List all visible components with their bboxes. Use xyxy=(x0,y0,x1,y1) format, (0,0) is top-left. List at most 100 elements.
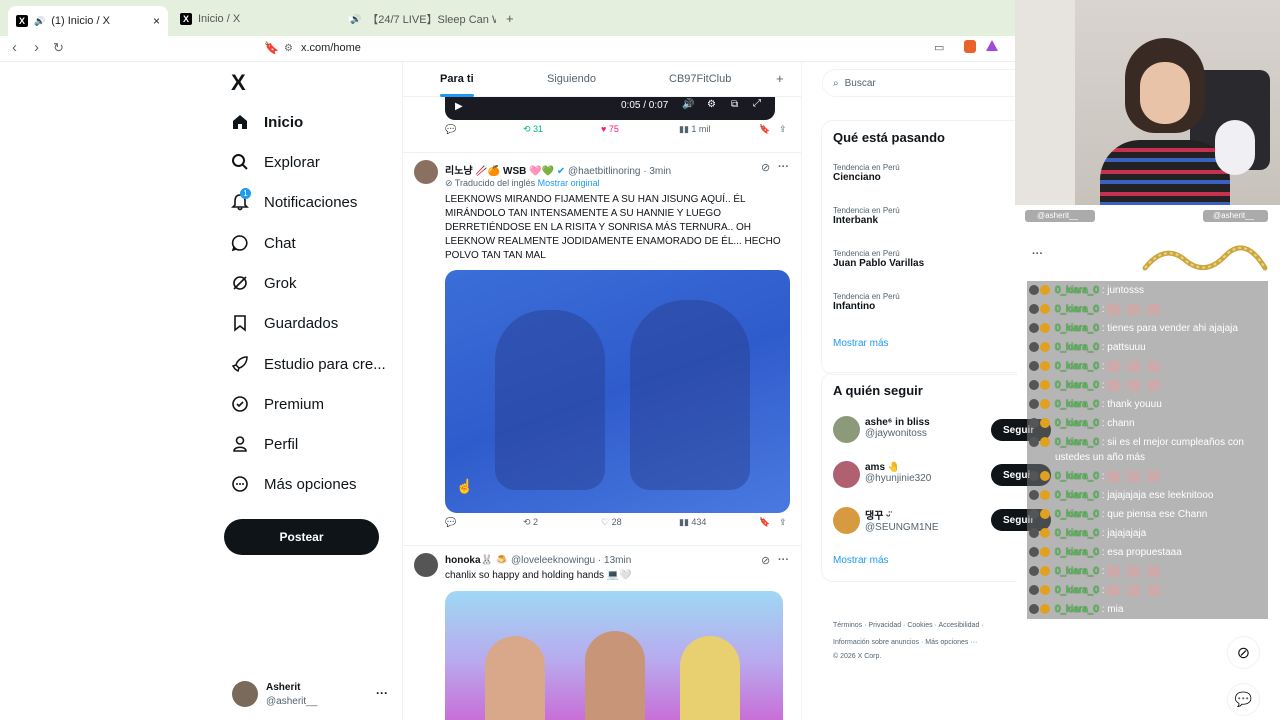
chat-more-icon[interactable]: ··· xyxy=(1032,248,1043,260)
brave-rewards-icon[interactable] xyxy=(986,40,998,51)
chat-username[interactable]: 0_kiara_0 xyxy=(1055,437,1099,448)
views-button[interactable]: ▮▮ 1 mil xyxy=(679,124,710,135)
address-bar[interactable]: ⚙ x.com/home xyxy=(284,39,884,57)
account-handle[interactable]: @asherit__ xyxy=(266,696,317,707)
footer-link[interactable]: Cookies xyxy=(907,622,932,629)
sidebar-item-premium[interactable]: Premium xyxy=(230,391,324,417)
chat-username[interactable]: 0_kiara_0 xyxy=(1055,323,1099,334)
forward-icon[interactable]: › xyxy=(34,39,39,56)
follow-suggestion[interactable]: ashe⁶ in bliss @jaywonitoss xyxy=(865,417,930,439)
browser-tab-3[interactable]: 🔊 【24/7 LIVE】Sleep Can Wait. — Vi... xyxy=(336,6,496,32)
grok-icon[interactable]: ⊘ xyxy=(761,554,770,567)
search-input[interactable]: ⌕ Buscar xyxy=(822,69,1017,97)
messages-float-icon[interactable]: 💬 xyxy=(1227,683,1260,716)
footer-link[interactable]: Información sobre anuncios xyxy=(833,639,919,646)
post-more-icon[interactable]: ··· xyxy=(778,161,789,173)
retweet-button[interactable]: ⟲ 2 xyxy=(523,517,538,528)
footer-link[interactable]: Más opciones ··· xyxy=(925,639,977,646)
chat-username[interactable]: 0_kiara_0 xyxy=(1055,509,1099,520)
chat-username[interactable]: 0_kiara_0 xyxy=(1055,380,1099,391)
chat-username[interactable]: 0_kiara_0 xyxy=(1055,585,1099,596)
footer-link[interactable]: Privacidad xyxy=(868,622,901,629)
share-icon[interactable]: ⇪ xyxy=(779,517,787,528)
chat-username[interactable]: 0_kiara_0 xyxy=(1055,285,1099,296)
avatar[interactable] xyxy=(833,461,860,488)
post-button[interactable]: Postear xyxy=(224,519,379,555)
trend-item[interactable]: Tendencia en Perú Cienciano xyxy=(833,163,900,183)
close-tab-icon[interactable]: × xyxy=(153,14,160,28)
sidebar-item-notificaciones[interactable]: 1 Notificaciones xyxy=(230,188,357,215)
reply-icon[interactable]: 💬 xyxy=(445,517,456,528)
follow-suggestion[interactable]: ams 🤚 @hyunjinie320 xyxy=(865,462,931,484)
chat-username[interactable]: 0_kiara_0 xyxy=(1055,604,1099,615)
sidebar-item-explorar[interactable]: Explorar xyxy=(230,149,320,175)
show-original-link[interactable]: Mostrar original xyxy=(538,178,600,188)
bookmark-page-icon[interactable]: 🔖 xyxy=(264,41,279,55)
url-text[interactable]: x.com/home xyxy=(301,42,361,54)
cast-icon[interactable]: ▭ xyxy=(934,41,944,54)
fullscreen-icon[interactable]: ⤢ xyxy=(753,98,761,109)
avatar[interactable] xyxy=(232,681,258,707)
footer-link[interactable]: Términos xyxy=(833,622,862,629)
trend-item[interactable]: Tendencia en Perú Interbank xyxy=(833,206,900,226)
like-button[interactable]: ♡ 28 xyxy=(601,517,622,528)
sidebar-item-grok[interactable]: Grok xyxy=(230,270,297,296)
grok-float-icon[interactable]: ⊘ xyxy=(1227,636,1260,669)
chat-username[interactable]: 0_kiara_0 xyxy=(1055,528,1099,539)
trend-item[interactable]: Tendencia en Perú Infantino xyxy=(833,292,900,312)
like-button[interactable]: ♥ 75 xyxy=(601,124,619,134)
chat-username[interactable]: 0_kiara_0 xyxy=(1055,342,1099,353)
chat-username[interactable]: 0_kiara_0 xyxy=(1055,304,1099,315)
retweet-button[interactable]: ⟲ 31 xyxy=(523,124,543,135)
bookmark-icon[interactable]: 🔖 xyxy=(759,124,770,135)
pip-icon[interactable]: ⧉ xyxy=(731,99,738,110)
avatar[interactable] xyxy=(414,160,438,184)
add-tab-button[interactable]: + xyxy=(776,71,784,86)
post-time[interactable]: 13min xyxy=(604,555,631,566)
account-name[interactable]: Asherit xyxy=(266,682,300,693)
tab-para-ti[interactable]: Para ti xyxy=(440,73,474,85)
share-icon[interactable]: ⇪ xyxy=(779,124,787,135)
chat-username[interactable]: 0_kiara_0 xyxy=(1055,471,1099,482)
back-icon[interactable]: ‹ xyxy=(12,39,17,56)
sidebar-item-mas-opciones[interactable]: Más opciones xyxy=(230,471,357,497)
reply-icon[interactable]: 💬 xyxy=(445,124,456,135)
author-name[interactable]: 리노냥 🥢🍊 WSB 🩷💚 xyxy=(445,166,554,177)
post-time[interactable]: 3min xyxy=(649,166,671,177)
views-button[interactable]: ▮▮ 434 xyxy=(679,517,706,528)
bookmark-icon[interactable]: 🔖 xyxy=(759,517,770,528)
sidebar-item-inicio[interactable]: Inicio xyxy=(230,109,303,135)
video-player[interactable]: ▶ 0:05 / 0:07 🔊 ⚙ ⧉ ⤢ xyxy=(445,97,775,120)
chat-username[interactable]: 0_kiara_0 xyxy=(1055,361,1099,372)
brave-shield-icon[interactable] xyxy=(964,40,976,53)
follow-suggestion[interactable]: 댕꾸 ᵕ̈ @SEUNGM1NE xyxy=(865,507,939,533)
grok-icon[interactable]: ⊘ xyxy=(761,161,770,174)
sidebar-item-chat[interactable]: Chat xyxy=(230,230,296,256)
author-handle[interactable]: @haetbitlinoring xyxy=(568,166,640,177)
new-tab-button[interactable]: + xyxy=(506,11,514,26)
chat-username[interactable]: 0_kiara_0 xyxy=(1055,399,1099,410)
chat-username[interactable]: 0_kiara_0 xyxy=(1055,418,1099,429)
settings-icon[interactable]: ⚙ xyxy=(707,99,716,110)
author-handle[interactable]: @loveleeknowingu xyxy=(511,555,595,566)
reload-icon[interactable]: ↻ xyxy=(53,40,64,56)
post-more-icon[interactable]: ··· xyxy=(778,554,789,566)
trend-item[interactable]: Tendencia en Perú Juan Pablo Varillas xyxy=(833,249,924,269)
avatar[interactable] xyxy=(833,507,860,534)
footer-link[interactable]: Accesibilidad xyxy=(938,622,979,629)
x-logo-icon[interactable]: X xyxy=(231,70,246,96)
volume-icon[interactable]: 🔊 xyxy=(682,99,694,110)
sidebar-item-estudio[interactable]: Estudio para cre... xyxy=(230,351,386,377)
site-info-icon[interactable]: ⚙ xyxy=(284,43,293,54)
browser-tab-1[interactable]: X 🔊 (1) Inicio / X × xyxy=(8,6,168,36)
tab-siguiendo[interactable]: Siguiendo xyxy=(547,73,596,85)
show-more-follows-link[interactable]: Mostrar más xyxy=(833,555,889,566)
sidebar-item-perfil[interactable]: Perfil xyxy=(230,431,298,457)
account-more-icon[interactable]: ··· xyxy=(376,686,388,700)
chat-username[interactable]: 0_kiara_0 xyxy=(1055,566,1099,577)
post-video[interactable] xyxy=(445,270,790,513)
sidebar-item-guardados[interactable]: Guardados xyxy=(230,310,338,336)
tab-cb97fitclub[interactable]: CB97FitClub xyxy=(669,73,731,85)
post-image[interactable] xyxy=(445,591,783,720)
avatar[interactable] xyxy=(414,553,438,577)
